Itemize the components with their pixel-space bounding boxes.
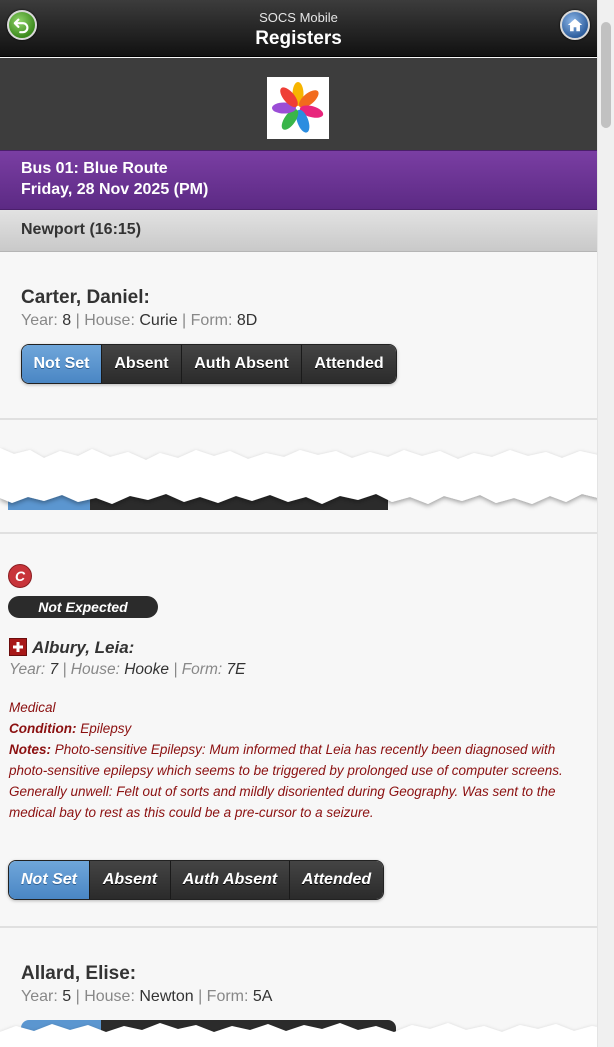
attendance-control: Not Set Absent Auth Absent Attended	[8, 860, 384, 900]
medical-condition: Condition: Epilepsy	[9, 721, 132, 736]
torn-bottom-edge	[0, 1023, 614, 1047]
header-bar: SOCS Mobile Registers	[0, 0, 597, 57]
medical-heading: Medical	[9, 700, 56, 715]
not-expected-badge: Not Expected	[8, 596, 158, 618]
student-name: Albury, Leia:	[32, 638, 135, 657]
attended-button[interactable]: Attended	[290, 861, 383, 899]
torn-paper-gap	[0, 448, 614, 504]
row-divider	[0, 532, 597, 534]
medical-info: Medical Condition: Epilepsy Notes: Photo…	[9, 697, 584, 823]
vertical-scrollbar[interactable]	[597, 0, 614, 1047]
not-set-button[interactable]: Not Set	[22, 345, 102, 383]
app-name: SOCS Mobile	[259, 10, 338, 25]
route-name: Bus 01: Blue Route	[21, 160, 168, 177]
logo-band	[0, 58, 597, 150]
school-logo	[267, 77, 329, 139]
absent-button[interactable]: Absent	[90, 861, 171, 899]
student-meta: Year: 8 | House: Curie | Form: 8D	[21, 312, 258, 329]
medical-notes: Notes: Photo-sensitive Epilepsy: Mum inf…	[9, 742, 563, 820]
home-icon	[567, 18, 583, 32]
absent-button[interactable]: Absent	[102, 345, 182, 383]
page-title: Registers	[255, 28, 342, 49]
home-button[interactable]	[560, 10, 590, 40]
stop-label: Newport (16:15)	[21, 221, 142, 238]
medical-cross-icon	[9, 638, 27, 656]
student-meta: Year: 5 | House: Newton | Form: 5A	[21, 988, 273, 1005]
row-divider	[0, 926, 597, 928]
scrollbar-thumb[interactable]	[601, 22, 611, 128]
expected-status-icon: C	[8, 564, 32, 588]
pinwheel-logo-icon	[272, 82, 324, 133]
student-meta: Year: 7 | House: Hooke | Form: 7E	[9, 661, 246, 678]
stop-header[interactable]: Newport (16:15)	[0, 210, 597, 252]
auth-absent-button[interactable]: Auth Absent	[171, 861, 290, 899]
student-name: Allard, Elise:	[21, 963, 137, 984]
route-date: Friday, 28 Nov 2025 (PM)	[21, 181, 209, 198]
student-name: Carter, Daniel:	[21, 287, 150, 308]
attendance-control: Not Set Absent Auth Absent Attended	[21, 344, 397, 384]
not-set-button[interactable]: Not Set	[9, 861, 90, 899]
attended-button[interactable]: Attended	[302, 345, 396, 383]
route-bar: Bus 01: Blue Route Friday, 28 Nov 2025 (…	[0, 150, 597, 210]
auth-absent-button[interactable]: Auth Absent	[182, 345, 302, 383]
